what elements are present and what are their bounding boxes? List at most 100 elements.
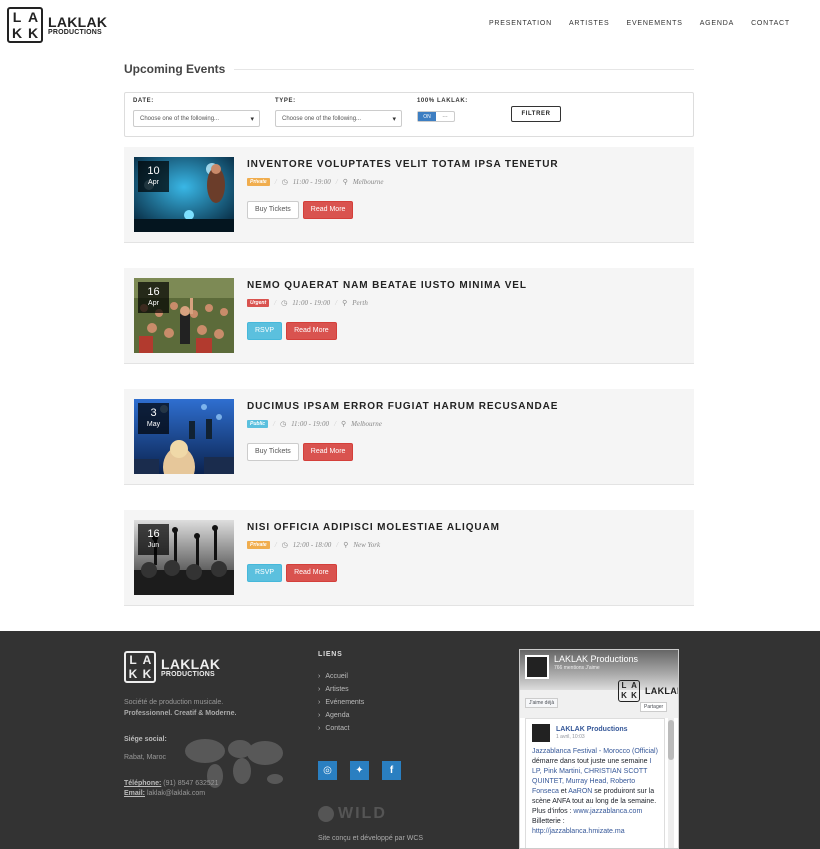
nav-evenements[interactable]: EVENEMENTS <box>626 20 682 27</box>
event-location: Melbourne <box>351 420 382 428</box>
fb-scrollbar[interactable] <box>668 718 674 848</box>
fb-page-name[interactable]: LAKLAK Productions <box>554 654 638 664</box>
rsvp-button[interactable]: RSVP <box>247 322 283 340</box>
event-meta: Urgent / ◷ 11:00 - 19:00 / ⚲ Perth <box>247 299 368 307</box>
fb-post-avatar[interactable] <box>532 724 550 742</box>
facebook-icon[interactable]: f <box>382 761 401 780</box>
nav-agenda[interactable]: AGENDA <box>700 20 734 27</box>
map-marker-icon: ⚲ <box>341 420 347 428</box>
meta-separator: / <box>274 178 277 186</box>
filter-button[interactable]: FILTRER <box>511 106 561 122</box>
footer-link-accueil[interactable]: Accueil <box>318 673 364 686</box>
type-label: TYPE: <box>275 98 296 104</box>
fb-post-link[interactable]: Jazzablanca Festival - Morocco (Official… <box>532 748 658 755</box>
wild-logo[interactable]: WILD <box>318 805 387 823</box>
phone-line: Téléphone: (91) 8547 632521 <box>124 780 219 787</box>
meta-separator: / <box>335 299 338 307</box>
event-time: 11:00 - 19:00 <box>292 299 331 307</box>
fb-post-author[interactable]: LAKLAK Productions <box>556 725 628 734</box>
event-title[interactable]: NEMO QUAERAT NAM BEATAE IUSTO MINIMA VEL <box>247 280 527 291</box>
brand-name: LAKLAK <box>645 685 678 696</box>
event-filter: DATE: Choose one of the following... TYP… <box>124 92 694 137</box>
event-image[interactable]: 16 Jun <box>134 520 234 595</box>
footer-link-contact[interactable]: Contact <box>318 725 364 738</box>
fb-scroll-thumb[interactable] <box>668 720 674 760</box>
nav-artistes[interactable]: ARTISTES <box>569 20 610 27</box>
event-month: Jun <box>147 542 160 549</box>
clock-icon: ◷ <box>281 541 288 549</box>
buy-tickets-button[interactable]: Buy Tickets <box>247 201 299 219</box>
fb-action-bar: J'aime déjà L A K K LAKLAK Partager <box>520 680 678 718</box>
meta-separator: / <box>336 541 339 549</box>
event-actions: RSVP Read More <box>247 322 337 340</box>
footer-tagline: Société de production musicale. <box>124 699 224 706</box>
meta-separator: / <box>273 420 275 428</box>
footer-description: Société de production musicale. Professi… <box>124 697 236 719</box>
rsvp-button[interactable]: RSVP <box>247 564 283 582</box>
footer-link-evenements[interactable]: Evénements <box>318 699 364 712</box>
fb-likes: 766 mentions J'aime <box>554 665 600 671</box>
read-more-button[interactable]: Read More <box>302 443 354 461</box>
email-value[interactable]: laklak@laklak.com <box>147 790 205 797</box>
fb-share-button[interactable]: Partager <box>640 702 668 712</box>
laklak-toggle[interactable]: ON --- <box>417 111 455 122</box>
fb-post-link[interactable]: http://jazzablanca.hmizate.ma <box>532 828 625 835</box>
event-day: 16 <box>147 286 160 298</box>
nav-contact[interactable]: CONTACT <box>751 20 790 27</box>
logo-letter: K <box>631 691 637 700</box>
toggle-on: ON <box>418 112 436 121</box>
footer-link-artistes[interactable]: Artistes <box>318 686 364 699</box>
brand-name: LAKLAK <box>161 655 221 672</box>
read-more-button[interactable]: Read More <box>286 564 337 582</box>
event-month: May <box>146 421 161 428</box>
footer-logo[interactable]: L A K K LAKLAK PRODUCTIONS <box>124 651 220 683</box>
map-marker-icon: ⚲ <box>342 178 348 186</box>
event-card: 3 May DUCIMUS IPSAM ERROR FUGIAT HARUM R… <box>124 389 694 485</box>
type-select[interactable]: Choose one of the following... <box>275 110 402 127</box>
logo-letter: L <box>621 681 627 690</box>
event-month: Apr <box>148 300 159 307</box>
event-title[interactable]: INVENTORE VOLUPTATES VELIT TOTAM IPSA TE… <box>247 159 558 170</box>
instagram-icon[interactable]: ◎ <box>318 761 337 780</box>
main-nav: PRESENTATION ARTISTES EVENEMENTS AGENDA … <box>489 20 790 27</box>
phone-label: Téléphone: <box>124 780 162 787</box>
fb-post-date[interactable]: 1 avril, 10:03 <box>556 734 628 741</box>
event-time: 12:00 - 18:00 <box>292 541 332 549</box>
event-meta: Public / ◷ 11:00 - 19:00 / ⚲ Melbourne <box>247 420 382 428</box>
footer: L A K K LAKLAK PRODUCTIONS Société de pr… <box>0 631 820 849</box>
event-image[interactable]: 16 Apr <box>134 278 234 353</box>
event-location: Melbourne <box>352 178 384 186</box>
event-meta: Private / ◷ 11:00 - 19:00 / ⚲ Melbourne <box>247 178 384 186</box>
twitter-icon[interactable]: ✦ <box>350 761 369 780</box>
siege-value: Rabat, Maroc <box>124 754 167 761</box>
read-more-button[interactable]: Read More <box>302 201 354 219</box>
facebook-page-widget[interactable]: LAKLAK Productions 766 mentions J'aime J… <box>519 649 679 849</box>
fb-post-link[interactable]: AaRON <box>568 788 592 795</box>
logo[interactable]: L A K K LAKLAK PRODUCTIONS <box>7 7 107 43</box>
event-day: 10 <box>147 165 160 177</box>
laklak-label: 100% LAKLAK: <box>417 98 468 104</box>
date-select[interactable]: Choose one of the following... <box>133 110 260 127</box>
event-title[interactable]: NISI OFFICIA ADIPISCI MOLESTIAE ALIQUAM <box>247 522 500 533</box>
map-marker-icon: ⚲ <box>343 541 349 549</box>
event-badge: Public <box>247 420 269 428</box>
event-title[interactable]: DUCIMUS IPSAM ERROR FUGIAT HARUM RECUSAN… <box>247 401 558 412</box>
nav-presentation[interactable]: PRESENTATION <box>489 20 552 27</box>
logo-letter: K <box>128 667 138 681</box>
fb-like-button[interactable]: J'aime déjà <box>525 698 559 708</box>
fb-post-link[interactable]: www.jazzablanca.com <box>573 808 642 815</box>
map-marker-icon: ⚲ <box>342 299 348 307</box>
event-actions: Buy Tickets Read More <box>247 443 354 461</box>
read-more-button[interactable]: Read More <box>286 322 337 340</box>
email-line: Email: laklak@laklak.com <box>124 790 205 797</box>
buy-tickets-button[interactable]: Buy Tickets <box>247 443 299 461</box>
event-date: 3 May <box>138 403 169 434</box>
logo-mark: L A K K <box>7 7 43 43</box>
event-image[interactable]: 10 Apr <box>134 157 234 232</box>
phone-value: (91) 8547 632521 <box>163 780 219 787</box>
fb-avatar[interactable] <box>525 655 549 679</box>
event-image[interactable]: 3 May <box>134 399 234 474</box>
fb-brand-logo: L A K K LAKLAK <box>618 680 678 702</box>
footer-link-agenda[interactable]: Agenda <box>318 712 364 725</box>
logo-letter: A <box>27 9 39 25</box>
